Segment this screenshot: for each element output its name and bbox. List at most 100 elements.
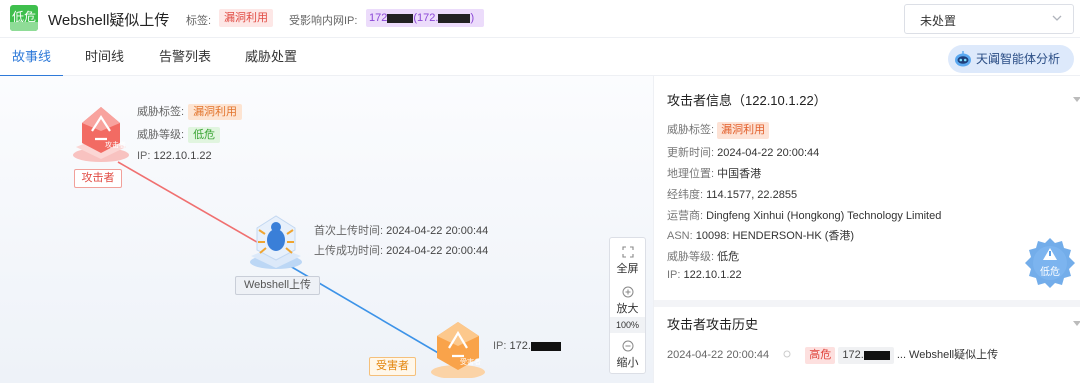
affected-ip-label: 受影响内网IP: <box>289 15 358 27</box>
victim-icon-text: 受害者 <box>460 357 481 366</box>
zoom-controls: 全屏 放大 100% 缩小 <box>609 237 646 374</box>
fullscreen-button[interactable]: 全屏 <box>610 246 645 276</box>
zoom-in-icon <box>622 286 633 298</box>
severity-badge-label: 低危 <box>11 10 36 24</box>
affected-ip-prefix: 172 <box>369 12 388 24</box>
victim-ip-label: IP: <box>493 340 507 352</box>
attacker-ip: IP: 122.10.1.22 <box>137 150 212 162</box>
low-risk-shield-icon: 低危 <box>1025 238 1075 288</box>
affected-ip-chip: 172 (172.) <box>366 9 484 27</box>
attacker-threat-tag-chip: 漏洞利用 <box>188 104 243 120</box>
info-location-key: 地理位置: <box>667 168 715 180</box>
info-asn: ASN: 10098: HENDERSON-HK (香港) <box>667 227 854 243</box>
expand-icon <box>621 246 634 258</box>
attacker-threat-tag: 威胁标签: 漏洞利用 <box>137 103 243 120</box>
attacker-info-title: 攻击者信息（122.10.1.22） <box>667 93 827 108</box>
history-ip-chip: 172. <box>838 347 894 364</box>
info-update-time: 更新时间: 2024-04-22 20:00:44 <box>667 144 819 160</box>
info-asn-value: 10098: HENDERSON-HK (香港) <box>695 230 855 242</box>
info-ip-value: 122.10.1.22 <box>683 269 742 281</box>
first-upload-label: 首次上传时间: <box>314 225 384 237</box>
info-isp-value: Dingfeng Xinhui (Hongkong) Technology Li… <box>706 210 942 222</box>
low-risk-badge-text: 低危 <box>1040 265 1060 278</box>
affected-ip-close: ) <box>470 12 475 24</box>
info-asn-key: ASN: <box>667 230 693 242</box>
chevron-down-icon <box>1052 15 1062 21</box>
collapse-icon[interactable] <box>1073 97 1080 102</box>
tab-threat-handling[interactable]: 威胁处置 <box>245 38 297 76</box>
redaction-mask <box>387 13 414 23</box>
alert-header: 低危 Webshell疑似上传 标签: 漏洞利用 受影响内网IP: 172 (17… <box>0 0 1080 38</box>
first-upload-value: 2024-04-22 20:00:44 <box>386 225 489 237</box>
redaction-mask <box>863 350 890 360</box>
zoom-out-icon <box>622 340 633 352</box>
attacker-node-icon[interactable]: 攻击者 <box>68 101 134 167</box>
redaction-mask <box>438 13 471 23</box>
webshell-caption[interactable]: Webshell上传 <box>235 276 320 295</box>
zoom-in-button[interactable]: 放大 <box>610 286 645 316</box>
info-threat-level-value: 低危 <box>717 251 740 263</box>
section-divider <box>654 300 1080 307</box>
success-upload-time: 上传成功时间: 2024-04-22 20:00:44 <box>314 242 488 258</box>
info-coordinates: 经纬度: 114.1577, 22.2855 <box>667 186 797 202</box>
info-threat-level: 威胁等级: 低危 <box>667 248 739 264</box>
zoom-in-label: 放大 <box>616 303 639 315</box>
victim-ip-value: 172. <box>509 340 531 352</box>
attacker-caption[interactable]: 攻击者 <box>74 169 122 188</box>
ai-agent-analysis-label: 天阗智能体分析 <box>976 52 1061 66</box>
severity-badge: 低危 <box>10 5 38 31</box>
status-select[interactable]: 未处置 <box>904 4 1074 34</box>
victim-node-icon[interactable]: 受害者 <box>427 318 489 378</box>
first-upload-time: 首次上传时间: 2024-04-22 20:00:44 <box>314 222 488 238</box>
info-threat-tag: 威胁标签: 漏洞利用 <box>667 121 770 139</box>
tab-timeline[interactable]: 时间线 <box>85 38 124 76</box>
affected-ip-middle: (172. <box>413 12 439 24</box>
info-ip-key: IP: <box>667 269 681 281</box>
victim-caption[interactable]: 受害者 <box>369 357 416 376</box>
info-isp-key: 运营商: <box>667 210 704 222</box>
collapse-icon[interactable] <box>1073 321 1080 326</box>
success-upload-label: 上传成功时间: <box>314 245 384 257</box>
info-location: 地理位置: 中国香港 <box>667 165 761 181</box>
info-location-value: 中国香港 <box>717 168 762 180</box>
attack-edge <box>117 161 263 246</box>
status-select-value: 未处置 <box>920 14 957 28</box>
zoom-out-label: 缩小 <box>616 357 639 369</box>
victim-ip: IP: 172. <box>493 340 561 352</box>
info-isp: 运营商: Dingfeng Xinhui (Hongkong) Technolo… <box>667 207 941 223</box>
zoom-out-button[interactable]: 缩小 <box>610 340 645 370</box>
attacker-threat-level-label: 威胁等级: <box>137 129 185 141</box>
success-upload-value: 2024-04-22 20:00:44 <box>386 245 489 257</box>
attacker-threat-level: 威胁等级: 低危 <box>137 126 221 143</box>
storyline-canvas[interactable]: 攻击者 攻击者 威胁标签: 漏洞利用 威胁等级: 低危 IP: 122.10.1.2… <box>0 76 653 383</box>
history-arrow-icon <box>772 349 802 361</box>
history-level-chip: 高危 <box>805 347 836 364</box>
tag-label: 标签: <box>186 15 212 27</box>
bug-node-icon[interactable] <box>247 210 305 272</box>
tab-alert-list[interactable]: 告警列表 <box>159 38 211 76</box>
attacker-threat-level-chip: 低危 <box>188 127 221 143</box>
attacker-threat-tag-label: 威胁标签: <box>137 106 185 118</box>
info-update-time-key: 更新时间: <box>667 147 715 159</box>
page-title: Webshell疑似上传 <box>48 12 170 29</box>
tab-bar: 故事线 时间线 告警列表 威胁处置 <box>0 38 1080 77</box>
detail-panel: 攻击者信息（122.10.1.22） 威胁标签: 漏洞利用 更新时间: 2024… <box>653 76 1080 383</box>
info-update-time-value: 2024-04-22 20:00:44 <box>717 147 820 159</box>
attacker-icon-text: 攻击者 <box>105 140 126 149</box>
info-coordinates-key: 经纬度: <box>667 189 704 201</box>
history-time: 2024-04-22 20:00:44 <box>667 349 770 361</box>
tag-chip: 漏洞利用 <box>219 9 273 27</box>
info-threat-tag-chip: 漏洞利用 <box>717 122 770 139</box>
tab-storyline[interactable]: 故事线 <box>0 38 64 77</box>
info-threat-tag-key: 威胁标签: <box>667 124 715 136</box>
zoom-percent: 100% <box>610 317 645 333</box>
attacker-ip-label: IP: <box>137 150 151 162</box>
history-ip: 172. <box>842 349 864 361</box>
redaction-mask <box>530 341 561 351</box>
info-coordinates-value: 114.1577, 22.2855 <box>706 189 798 201</box>
robot-icon <box>955 51 971 67</box>
ai-agent-analysis-button[interactable]: 天阗智能体分析 <box>948 45 1074 73</box>
history-item[interactable]: 2024-04-22 20:00:44 高危 172. ... Webshell… <box>667 346 998 364</box>
info-ip: IP: 122.10.1.22 <box>667 269 742 281</box>
info-threat-level-key: 威胁等级: <box>667 251 715 263</box>
